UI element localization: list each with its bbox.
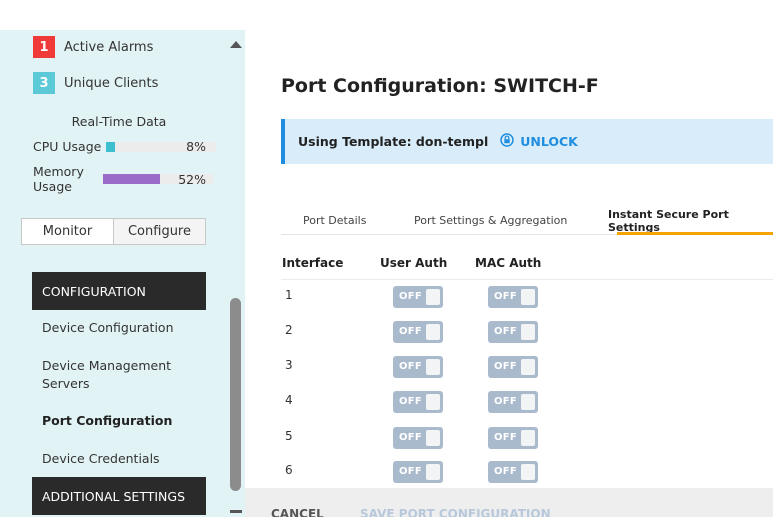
unlock-link[interactable]: UNLOCK — [500, 133, 578, 150]
toggle-knob — [426, 430, 440, 446]
clients-label: Unique Clients — [64, 75, 159, 91]
template-banner: Using Template: don-templ UNLOCK — [281, 119, 773, 164]
realtime-title: Real-Time Data — [71, 114, 167, 129]
mac-auth-toggle[interactable]: OFF — [488, 356, 538, 378]
toggle-state: OFF — [399, 326, 423, 337]
toggle-knob — [521, 324, 535, 340]
tab-port-details[interactable]: Port Details — [303, 206, 366, 235]
top-strip — [0, 0, 773, 30]
memory-usage: Memory Usage 52% — [33, 164, 213, 194]
table-header-divider — [281, 279, 773, 280]
toggle-state: OFF — [399, 291, 423, 302]
main-content: Port Configuration: SWITCH-F Using Templ… — [245, 30, 773, 517]
cpu-label: CPU Usage — [33, 139, 102, 154]
interface-cell: 6 — [285, 463, 293, 477]
sidebar-item-device-management-servers[interactable]: Device Management Servers — [42, 357, 182, 393]
toggle-state: OFF — [494, 326, 518, 337]
interface-cell: 2 — [285, 323, 293, 337]
unique-clients[interactable]: 3 Unique Clients — [33, 72, 158, 94]
action-footer: CANCEL SAVE PORT CONFIGURATION — [245, 488, 773, 517]
memory-label: Memory Usage — [33, 164, 84, 194]
interface-cell: 1 — [285, 288, 293, 302]
user-auth-toggle[interactable]: OFF — [393, 427, 443, 449]
toggle-state: OFF — [399, 432, 423, 443]
active-alarms[interactable]: 1 Active Alarms — [33, 36, 153, 58]
memory-bar-fill — [103, 174, 161, 184]
toggle-state: OFF — [399, 466, 423, 477]
scroll-down-arrow-icon[interactable] — [230, 510, 242, 513]
toggle-state: OFF — [494, 361, 518, 372]
client-count-badge: 3 — [33, 72, 55, 94]
header-interface: Interface — [282, 256, 344, 270]
toggle-knob — [426, 464, 440, 480]
header-user-auth: User Auth — [380, 256, 448, 270]
toggle-knob — [521, 430, 535, 446]
toggle-knob — [426, 394, 440, 410]
toggle-knob — [426, 324, 440, 340]
mac-auth-toggle[interactable]: OFF — [488, 461, 538, 483]
tab-port-settings-aggregation[interactable]: Port Settings & Aggregation — [414, 206, 567, 235]
lock-icon — [500, 133, 514, 150]
cancel-button[interactable]: CANCEL — [271, 507, 324, 517]
toggle-state: OFF — [399, 396, 423, 407]
sidebar-scrollbar[interactable] — [230, 298, 241, 491]
mac-auth-toggle[interactable]: OFF — [488, 286, 538, 308]
alarm-count-badge: 1 — [33, 36, 55, 58]
interface-cell: 4 — [285, 393, 293, 407]
toggle-state: OFF — [399, 361, 423, 372]
user-auth-toggle[interactable]: OFF — [393, 321, 443, 343]
mac-auth-toggle[interactable]: OFF — [488, 427, 538, 449]
interface-cell: 3 — [285, 358, 293, 372]
tab-monitor[interactable]: Monitor — [22, 219, 113, 244]
memory-value: 52% — [178, 172, 206, 187]
toggle-state: OFF — [494, 396, 518, 407]
toggle-knob — [521, 289, 535, 305]
port-tabs: Port Details Port Settings & Aggregation… — [281, 206, 773, 235]
sidebar-item-device-credentials[interactable]: Device Credentials — [42, 450, 202, 468]
sidebar-item-device-configuration[interactable]: Device Configuration — [42, 319, 202, 337]
unlock-label: UNLOCK — [520, 134, 578, 149]
template-text: Using Template: don-templ — [298, 134, 489, 149]
toggle-state: OFF — [494, 432, 518, 443]
scroll-up-arrow-icon[interactable] — [230, 41, 242, 48]
toggle-knob — [521, 464, 535, 480]
tab-configure[interactable]: Configure — [113, 219, 205, 244]
user-auth-toggle[interactable]: OFF — [393, 356, 443, 378]
section-additional-settings[interactable]: ADDITIONAL SETTINGS — [32, 477, 206, 515]
mac-auth-toggle[interactable]: OFF — [488, 391, 538, 413]
mac-auth-toggle[interactable]: OFF — [488, 321, 538, 343]
toggle-knob — [521, 394, 535, 410]
header-mac-auth: MAC Auth — [475, 256, 542, 270]
alarm-label: Active Alarms — [64, 39, 154, 55]
cpu-value: 8% — [186, 139, 206, 154]
user-auth-toggle[interactable]: OFF — [393, 286, 443, 308]
user-auth-toggle[interactable]: OFF — [393, 391, 443, 413]
user-auth-toggle[interactable]: OFF — [393, 461, 443, 483]
toggle-knob — [426, 359, 440, 375]
page-title: Port Configuration: SWITCH-F — [281, 75, 599, 97]
sidebar-item-port-configuration[interactable]: Port Configuration — [42, 412, 202, 430]
toggle-state: OFF — [494, 291, 518, 302]
save-port-configuration-button[interactable]: SAVE PORT CONFIGURATION — [360, 507, 551, 517]
toggle-state: OFF — [494, 466, 518, 477]
cpu-usage: CPU Usage 8% — [33, 139, 216, 155]
active-tab-indicator — [617, 232, 773, 235]
toggle-knob — [426, 289, 440, 305]
cpu-bar-fill — [106, 142, 115, 152]
section-configuration[interactable]: CONFIGURATION — [32, 272, 206, 310]
interface-cell: 5 — [285, 429, 293, 443]
mode-tabs: Monitor Configure — [21, 218, 206, 245]
toggle-knob — [521, 359, 535, 375]
tab-instant-secure-port-settings[interactable]: Instant Secure Port Settings — [608, 206, 773, 235]
